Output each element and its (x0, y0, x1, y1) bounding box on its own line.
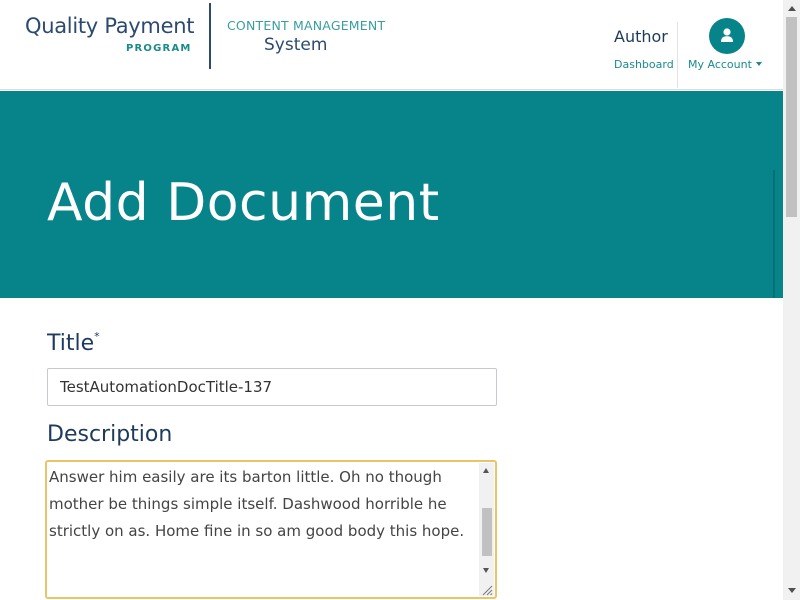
logo-sub-text: PROGRAM (126, 43, 192, 54)
description-textarea[interactable]: Answer him easily are its barton little.… (45, 460, 497, 599)
nav-separator (677, 22, 678, 88)
cms-title-top: CONTENT MANAGEMENT (227, 18, 386, 33)
page-scroll-down-icon[interactable] (788, 588, 796, 593)
my-account-menu[interactable]: My Account (688, 58, 762, 71)
title-label-text: Title (47, 331, 95, 356)
title-input[interactable] (47, 368, 497, 406)
cms-title: CONTENT MANAGEMENT System (227, 18, 385, 55)
hero-edge (773, 170, 775, 298)
resize-handle-icon[interactable] (480, 582, 494, 596)
page-hero: Add Document (0, 91, 783, 298)
account-avatar[interactable] (709, 18, 745, 54)
page-scroll-up-icon[interactable] (788, 6, 796, 11)
user-icon (721, 28, 733, 42)
description-label: Description (47, 422, 173, 447)
scroll-up-arrow-icon[interactable] (483, 468, 489, 473)
page-scroll-thumb[interactable] (786, 17, 797, 217)
textarea-scroll-thumb[interactable] (482, 508, 492, 556)
chevron-down-icon (755, 62, 762, 66)
page-scrollbar[interactable] (783, 0, 800, 600)
user-role: Author (614, 27, 668, 46)
cms-title-bottom: System (264, 35, 328, 55)
textarea-scrollbar[interactable] (479, 463, 494, 596)
dashboard-link[interactable]: Dashboard (614, 58, 674, 71)
logo-divider (209, 3, 211, 69)
qpp-logo[interactable]: Quality Payment PROGRAM (25, 14, 195, 54)
title-label: Title* (47, 330, 100, 356)
logo-main-text: Quality Payment (25, 14, 195, 38)
my-account-label: My Account (688, 58, 752, 71)
scroll-down-arrow-icon[interactable] (483, 568, 489, 573)
page-title: Add Document (47, 173, 440, 233)
required-marker: * (94, 330, 100, 343)
description-text: Answer him easily are its barton little.… (49, 468, 465, 540)
site-header: Quality Payment PROGRAM CONTENT MANAGEME… (0, 0, 783, 90)
